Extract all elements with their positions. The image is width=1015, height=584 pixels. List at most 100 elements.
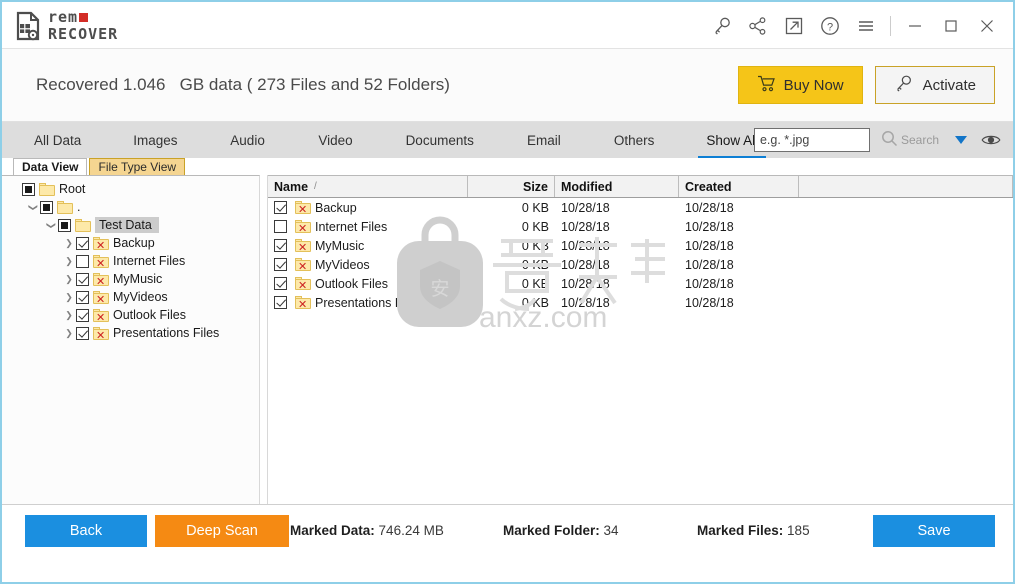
tree-node[interactable]: ❯ ✕ Backup: [2, 234, 259, 252]
tree-node-label: MyVideos: [113, 290, 168, 304]
checkbox[interactable]: [76, 290, 89, 304]
logo-secondary-text: RECOVER: [48, 25, 119, 43]
tree-node[interactable]: ❯ ✕ MyMusic: [2, 270, 259, 288]
search-button-label: Search: [900, 133, 939, 147]
column-header-modified[interactable]: Modified: [555, 176, 679, 197]
upgrade-arrow-icon[interactable]: [776, 2, 812, 49]
chevron-right-icon[interactable]: ❯: [62, 238, 76, 249]
chevron-right-icon[interactable]: ❯: [62, 274, 76, 285]
cell-name: ✕ Outlook Files: [268, 277, 468, 291]
table-row[interactable]: ✕ Outlook Files 0 KB 10/28/18 10/28/18: [268, 274, 1013, 293]
tab-images[interactable]: Images: [119, 122, 191, 158]
folder-deleted-icon: ✕: [295, 239, 311, 253]
tree-node[interactable]: ❯ ✕ Internet Files: [2, 252, 259, 270]
cell-size: 0 KB: [521, 257, 549, 272]
checkbox[interactable]: [76, 308, 89, 322]
checkbox[interactable]: [274, 201, 287, 214]
chevron-right-icon[interactable]: ❯: [62, 328, 76, 339]
chevron-down-icon[interactable]: ❯: [28, 200, 39, 214]
close-icon[interactable]: [969, 2, 1005, 49]
chevron-right-icon[interactable]: ❯: [62, 292, 76, 303]
search-input[interactable]: [753, 128, 870, 152]
eye-icon[interactable]: [981, 133, 1001, 147]
folder-icon: [39, 182, 55, 196]
cell-created: 10/28/18: [685, 257, 734, 272]
tab-audio[interactable]: Audio: [216, 122, 280, 158]
checkbox[interactable]: [76, 272, 89, 286]
chevron-down-icon[interactable]: ❯: [46, 218, 57, 232]
cell-size: 0 KB: [521, 295, 549, 310]
checkbox[interactable]: [22, 182, 35, 196]
tab-all-data[interactable]: All Data: [20, 122, 95, 158]
table-row[interactable]: ✕ MyVideos 0 KB 10/28/18 10/28/18: [268, 255, 1013, 274]
checkbox[interactable]: [76, 254, 89, 268]
tree-node[interactable]: ❯ ✕ Presentations Files: [2, 324, 259, 342]
cell-name: ✕ MyMusic: [268, 239, 468, 253]
tab-others[interactable]: Others: [600, 122, 669, 158]
save-button[interactable]: Save: [873, 514, 995, 547]
table-row[interactable]: ✕ MyMusic 0 KB 10/28/18 10/28/18: [268, 236, 1013, 255]
cell-name: ✕ MyVideos: [268, 258, 468, 272]
chevron-right-icon[interactable]: ❯: [62, 310, 76, 321]
column-header-name[interactable]: Name /: [268, 176, 468, 197]
checkbox[interactable]: [274, 258, 287, 271]
cell-size: 0 KB: [521, 276, 549, 291]
file-list-panel[interactable]: Name / Size Modified Created ✕ Backup 0 KB 10/2…: [267, 175, 1013, 504]
file-list-body[interactable]: ✕ Backup 0 KB 10/28/18 10/28/18 ✕ Internet Fil…: [268, 198, 1013, 312]
tree-node[interactable]: ❯ ✕ MyVideos: [2, 288, 259, 306]
maximize-icon[interactable]: [933, 2, 969, 49]
share-icon[interactable]: [740, 2, 776, 49]
tab-documents[interactable]: Documents: [392, 122, 488, 158]
checkbox[interactable]: [274, 277, 287, 290]
checkbox[interactable]: [76, 326, 89, 340]
help-icon[interactable]: ?: [812, 2, 848, 49]
column-header-created[interactable]: Created: [679, 176, 799, 197]
table-row[interactable]: ✕ Backup 0 KB 10/28/18 10/28/18: [268, 198, 1013, 217]
folder-deleted-icon: ✕: [93, 308, 109, 323]
buy-now-label: Buy Now: [783, 76, 844, 94]
search-button[interactable]: Search: [881, 130, 939, 150]
cell-created: 10/28/18: [685, 200, 734, 215]
table-row[interactable]: ✕ Internet Files 0 KB 10/28/18 10/28/18: [268, 217, 1013, 236]
table-row[interactable]: ✕ Presentations Files 0 KB 10/28/18 10/28/18: [268, 293, 1013, 312]
app-logo: rem RECOVER: [15, 10, 118, 42]
minimize-icon[interactable]: [897, 2, 933, 49]
checkbox[interactable]: [76, 236, 89, 250]
title-bar-actions: ?: [704, 2, 1005, 49]
marked-folder-label: Marked Folder:: [503, 523, 600, 538]
chevron-down-icon[interactable]: [955, 136, 967, 144]
chevron-right-icon[interactable]: ❯: [62, 256, 76, 267]
panel-splitter[interactable]: [260, 175, 267, 504]
file-name-label: Outlook Files: [315, 276, 388, 291]
checkbox[interactable]: [274, 220, 287, 233]
tab-file-type-view[interactable]: File Type View: [89, 158, 186, 175]
tab-email[interactable]: Email: [512, 122, 576, 158]
folder-tree-panel[interactable]: Root ❯. ❯ Test Data ❯ ✕ Backup ❯ ✕ Internet Files…: [2, 175, 260, 504]
activate-label: Activate: [922, 76, 976, 94]
activate-button[interactable]: Activate: [874, 66, 995, 104]
tree-node[interactable]: ❯ Test Data: [2, 216, 259, 234]
buy-now-button[interactable]: Buy Now: [737, 66, 863, 104]
deep-scan-button[interactable]: Deep Scan: [155, 514, 289, 547]
column-header-blank[interactable]: [799, 176, 1013, 197]
folder-deleted-icon: ✕: [93, 272, 109, 287]
tab-video[interactable]: Video: [304, 122, 368, 158]
column-header-size[interactable]: Size: [468, 176, 555, 197]
back-button[interactable]: Back: [25, 514, 147, 547]
tree-node[interactable]: Root: [2, 180, 259, 198]
checkbox[interactable]: [40, 200, 53, 214]
checkbox[interactable]: [58, 218, 71, 232]
checkbox[interactable]: [274, 239, 287, 252]
menu-icon[interactable]: [848, 2, 884, 49]
checkbox[interactable]: [274, 296, 287, 309]
folder-icon: [57, 200, 73, 214]
cell-created: 10/28/18: [685, 219, 734, 234]
cell-modified: 10/28/18: [561, 200, 610, 215]
tree-node[interactable]: ❯ ✕ Outlook Files: [2, 306, 259, 324]
tab-data-view[interactable]: Data View: [13, 158, 88, 175]
document-window-icon: [15, 11, 42, 41]
footer-bar: Back Deep Scan Marked Data: 746.24 MB Ma…: [2, 504, 1013, 556]
key-icon[interactable]: [704, 2, 740, 49]
cell-name: ✕ Presentations Files: [268, 296, 468, 310]
tree-node[interactable]: ❯.: [2, 198, 259, 216]
